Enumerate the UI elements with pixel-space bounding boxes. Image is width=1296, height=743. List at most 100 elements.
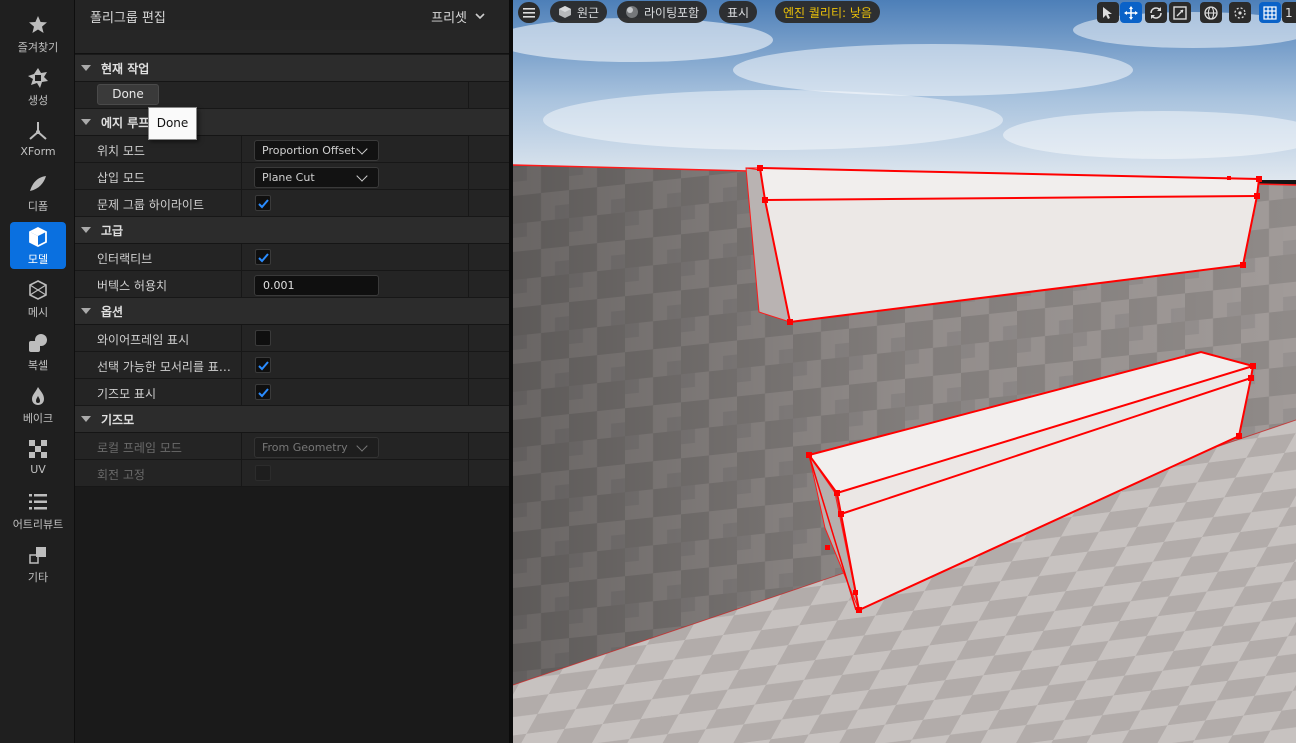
- grid-size-button[interactable]: 1: [1282, 2, 1296, 23]
- row-position-mode: 위치 모드 Proportion Offset: [75, 136, 509, 163]
- surface-snap-button[interactable]: [1229, 2, 1251, 23]
- voxel-icon: [26, 332, 50, 354]
- perspective-label: 원근: [577, 5, 600, 20]
- tool-deform[interactable]: 디폼: [10, 169, 66, 216]
- world-local-button[interactable]: [1200, 2, 1222, 23]
- checkmark-icon: [258, 361, 269, 371]
- star-icon: [26, 14, 50, 36]
- local-frame-mode-combo: From Geometry: [254, 437, 379, 458]
- section-title: 고급: [101, 223, 124, 238]
- show-label: 표시: [727, 5, 750, 20]
- tool-xform[interactable]: XForm: [10, 116, 66, 163]
- hamburger-icon: [523, 7, 535, 18]
- transform-icon: [26, 120, 50, 142]
- property-label: 기즈모 표시: [97, 387, 157, 401]
- section-gizmo[interactable]: 기즈모: [75, 406, 509, 433]
- grid-snap-button[interactable]: [1259, 2, 1281, 23]
- tool-label: 생성: [27, 94, 49, 107]
- panel-toolbar-gap: [75, 30, 509, 54]
- collapse-arrow-icon: [81, 308, 91, 314]
- lock-rotation-checkbox: [255, 465, 271, 481]
- lighting-label: 라이팅포함: [644, 5, 700, 20]
- cube-icon: [559, 6, 571, 18]
- position-mode-combo[interactable]: Proportion Offset: [254, 140, 379, 161]
- tool-mesh[interactable]: 메시: [10, 275, 66, 322]
- scale-mode-button[interactable]: [1169, 2, 1191, 23]
- show-gizmo-checkbox[interactable]: [255, 384, 271, 400]
- tool-label: 복셀: [27, 359, 49, 372]
- engine-quality-label: 엔진 퀄리티: 낮음: [783, 5, 872, 20]
- section-advanced[interactable]: 고급: [75, 217, 509, 244]
- select-mode-button[interactable]: [1097, 2, 1119, 23]
- globe-icon: [1204, 5, 1218, 20]
- property-label: 위치 모드: [97, 144, 145, 158]
- bake-icon: [26, 385, 50, 407]
- section-title: 기즈모: [101, 412, 135, 427]
- preset-dropdown[interactable]: 프리셋: [431, 7, 485, 26]
- lighting-button[interactable]: 라이팅포함: [617, 1, 708, 23]
- row-local-frame-mode: 로컬 프레임 모드 From Geometry: [75, 433, 509, 460]
- tool-uv[interactable]: UV: [10, 434, 66, 481]
- section-edge-loop[interactable]: 에지 루프 삽: [75, 109, 509, 136]
- rotate-icon: [1150, 6, 1162, 19]
- translate-mode-button[interactable]: [1120, 2, 1142, 23]
- tool-create[interactable]: 생성: [10, 63, 66, 110]
- collapse-arrow-icon: [81, 227, 91, 233]
- chevron-down-icon: [356, 439, 368, 452]
- checkmark-icon: [258, 388, 269, 398]
- row-interactive: 인터랙티브: [75, 244, 509, 271]
- checkmark-icon: [258, 199, 269, 209]
- chevron-down-icon: [356, 142, 368, 155]
- collapse-arrow-icon: [81, 119, 91, 125]
- viewport-menu-button[interactable]: [518, 2, 540, 23]
- tool-label: 베이크: [22, 412, 54, 425]
- row-show-gizmo: 기즈모 표시: [75, 379, 509, 406]
- panel-header: 폴리그룹 편집 프리셋: [75, 0, 509, 30]
- property-label: 로컬 프레임 모드: [97, 441, 182, 455]
- rotate-mode-button[interactable]: [1145, 2, 1167, 23]
- section-current-action[interactable]: 현재 작업: [75, 55, 509, 82]
- engine-quality-button[interactable]: 엔진 퀄리티: 낮음: [775, 1, 880, 23]
- perspective-button[interactable]: 원근: [550, 1, 608, 23]
- tool-voxel[interactable]: 복셀: [10, 328, 66, 375]
- lighting-sphere-icon: [626, 6, 638, 18]
- show-wireframe-checkbox[interactable]: [255, 330, 271, 346]
- tool-label: 모델: [27, 253, 49, 266]
- grid-size-value: 1: [1285, 5, 1293, 20]
- row-lock-rotation: 회전 고정: [75, 460, 509, 487]
- done-button[interactable]: Done: [97, 84, 159, 105]
- collapse-arrow-icon: [81, 416, 91, 422]
- scale-icon: [1173, 5, 1187, 20]
- tool-favorites[interactable]: 즐겨찾기: [10, 10, 66, 57]
- insert-mode-combo[interactable]: Plane Cut: [254, 167, 379, 188]
- interactive-checkbox[interactable]: [255, 249, 271, 265]
- chevron-down-icon: [475, 13, 485, 20]
- level-viewport[interactable]: 원근 라이팅포함 표시 엔진 퀄리티: 낮음 1: [513, 0, 1296, 743]
- mesh-icon: [26, 279, 50, 301]
- tool-bake[interactable]: 베이크: [10, 381, 66, 428]
- tool-category-strip: 즐겨찾기 생성 XForm 디폼 모델 메시 복셀 베이크 UV 어트리뷰트 기…: [0, 0, 75, 743]
- move-icon: [1124, 5, 1138, 20]
- tool-label: 기타: [27, 571, 49, 584]
- property-label: 삽입 모드: [97, 171, 145, 185]
- section-title: 옵션: [101, 304, 124, 319]
- tool-label: 어트리뷰트: [12, 518, 64, 531]
- highlight-problem-checkbox[interactable]: [255, 195, 271, 211]
- grid-icon: [1263, 5, 1277, 20]
- vertex-tolerance-input[interactable]: 0.001: [254, 275, 379, 296]
- tool-model[interactable]: 모델: [10, 222, 66, 269]
- panel-title: 폴리그룹 편집: [90, 11, 166, 26]
- misc-icon: [26, 544, 50, 566]
- done-tooltip: Done: [148, 107, 197, 140]
- tool-label: XForm: [20, 145, 56, 158]
- show-button[interactable]: 표시: [719, 1, 758, 23]
- row-highlight-problem: 문제 그룹 하이라이트: [75, 190, 509, 217]
- collapse-arrow-icon: [81, 65, 91, 71]
- section-options[interactable]: 옵션: [75, 298, 509, 325]
- tool-misc[interactable]: 기타: [10, 540, 66, 587]
- row-vertex-tolerance: 버텍스 허용치 0.001: [75, 271, 509, 298]
- attributes-icon: [26, 491, 50, 513]
- show-selectable-edges-checkbox[interactable]: [255, 357, 271, 373]
- property-label: 와이어프레임 표시: [97, 333, 190, 347]
- tool-attributes[interactable]: 어트리뷰트: [10, 487, 66, 534]
